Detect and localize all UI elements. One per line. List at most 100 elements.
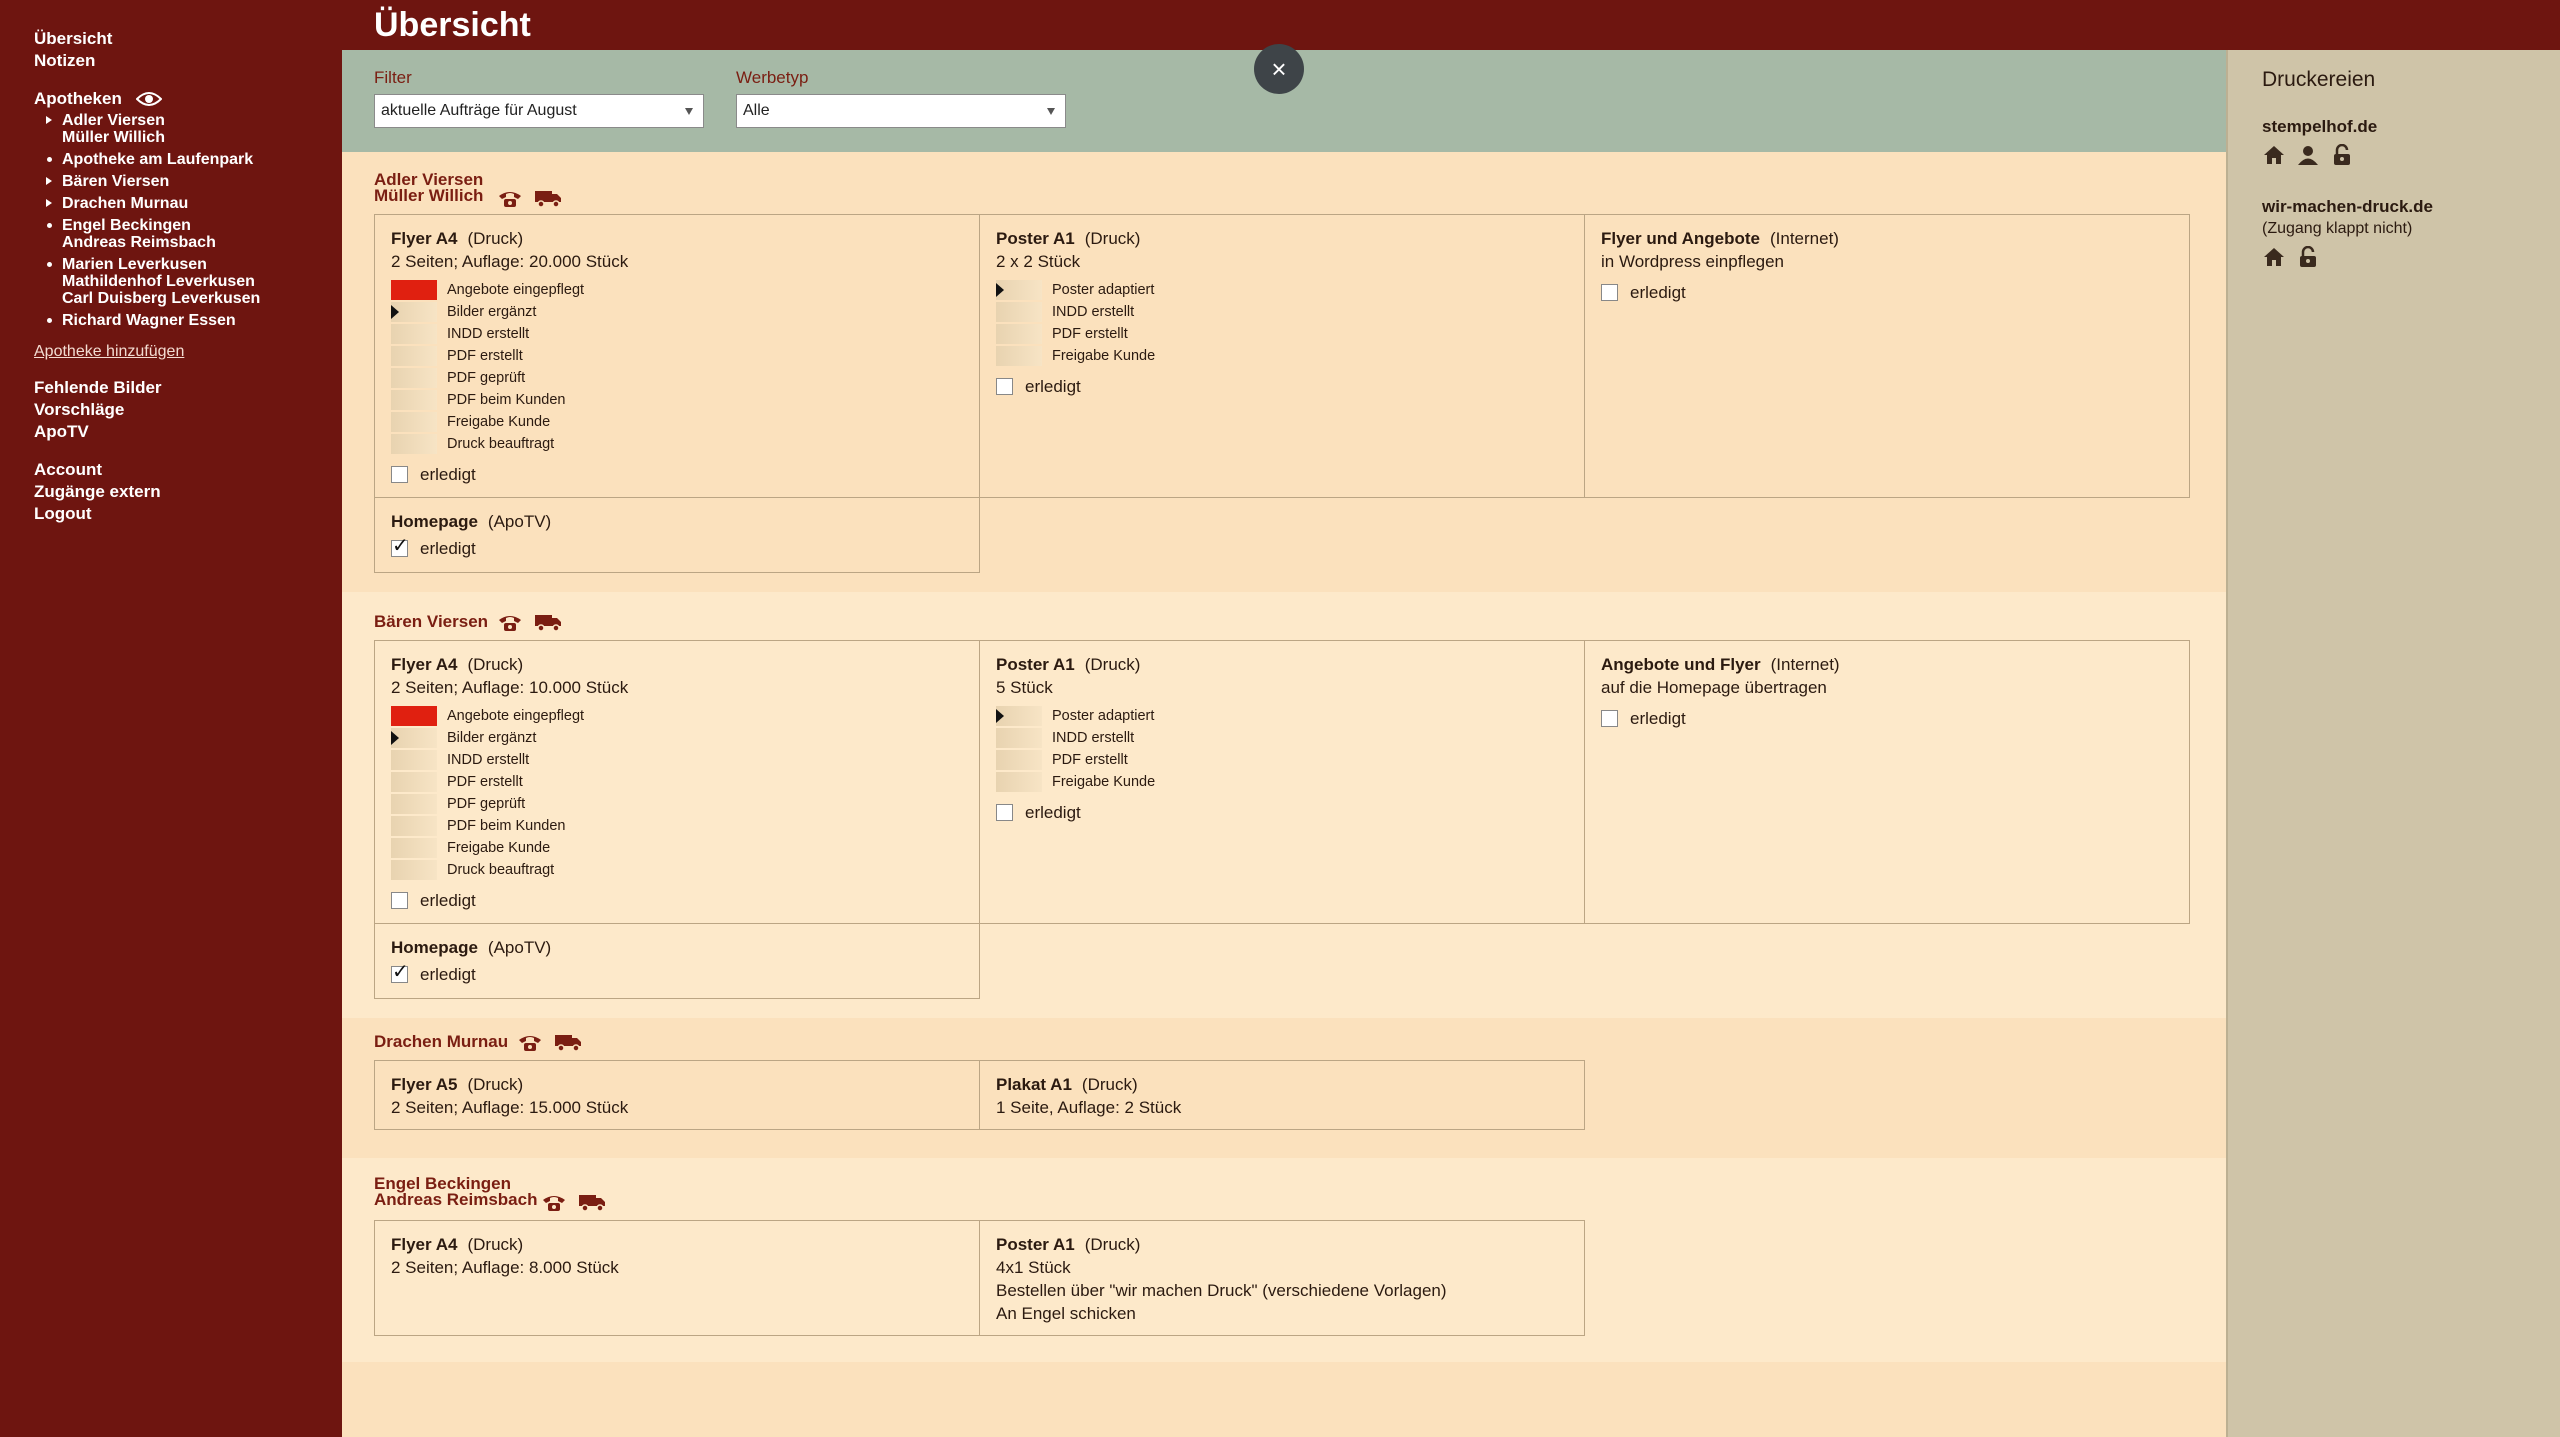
progress-step[interactable]: PDF erstellt bbox=[996, 323, 1568, 345]
printer-entry: stempelhof.de bbox=[2262, 116, 2560, 166]
step-bar bbox=[391, 324, 437, 344]
progress-step[interactable]: PDF geprüft bbox=[391, 367, 963, 389]
bullet-icon bbox=[47, 262, 52, 267]
progress-step[interactable]: Poster adaptiert bbox=[996, 279, 1568, 301]
phone-icon[interactable] bbox=[496, 612, 524, 632]
progress-step[interactable]: INDD erstellt bbox=[391, 323, 963, 345]
progress-step[interactable]: Angebote eingepflegt bbox=[391, 279, 963, 301]
checkbox[interactable] bbox=[1601, 710, 1618, 727]
user-icon[interactable] bbox=[2296, 144, 2320, 166]
order-title: Flyer A4 (Druck) bbox=[391, 229, 524, 248]
progress-step[interactable]: INDD erstellt bbox=[391, 749, 963, 771]
progress-step[interactable]: INDD erstellt bbox=[996, 301, 1568, 323]
filter-select[interactable]: aktuelle Aufträge für August bbox=[374, 94, 704, 128]
truck-icon[interactable] bbox=[534, 612, 562, 632]
truck-icon[interactable] bbox=[578, 1192, 606, 1212]
nav-notizen[interactable]: Notizen bbox=[34, 50, 342, 72]
order-detail: 4x1 Stück bbox=[996, 1258, 1071, 1277]
checkbox[interactable] bbox=[391, 535, 409, 558]
progress-step[interactable]: Freigabe Kunde bbox=[996, 771, 1568, 793]
progress-steps: Angebote eingepflegt Bilder ergänzt INDD… bbox=[391, 705, 963, 881]
progress-step[interactable]: INDD erstellt bbox=[996, 727, 1568, 749]
pharmacy-section: Bären Viersen Flyer A4 (Druck) 2 Seiten; … bbox=[342, 592, 2226, 1018]
checkbox[interactable] bbox=[391, 892, 408, 909]
progress-step[interactable]: PDF erstellt bbox=[391, 771, 963, 793]
printer-note: (Zugang klappt nicht) bbox=[2262, 220, 2413, 237]
pharmacy-name[interactable]: Drachen Murnau bbox=[374, 1033, 508, 1050]
apotheke-item-drachen[interactable]: Drachen Murnau bbox=[34, 195, 342, 212]
step-bar bbox=[391, 750, 437, 770]
progress-step[interactable]: Bilder ergänzt bbox=[391, 301, 963, 323]
main-content: Adler Viersen Müller Willich Flyer A4 (Dru… bbox=[342, 152, 2226, 1437]
nav-logout[interactable]: Logout bbox=[34, 503, 342, 525]
filter-select-value: aktuelle Aufträge für August bbox=[381, 102, 577, 119]
progress-step[interactable]: Poster adaptiert bbox=[996, 705, 1568, 727]
progress-step[interactable]: Bilder ergänzt bbox=[391, 727, 963, 749]
pharmacy-section: Engel Beckingen Andreas Reimsbach Flyer A… bbox=[342, 1158, 2226, 1362]
done-checkbox[interactable]: erledigt bbox=[996, 801, 1568, 824]
apotheke-item-marien[interactable]: Marien Leverkusen Mathildenhof Leverkusen… bbox=[34, 256, 342, 307]
checkbox[interactable] bbox=[391, 466, 408, 483]
nav-vorschlaege[interactable]: Vorschläge bbox=[34, 399, 342, 421]
apotheke-item-baeren[interactable]: Bären Viersen bbox=[34, 173, 342, 190]
nav-account[interactable]: Account bbox=[34, 459, 342, 481]
dropdown-arrow-icon bbox=[1047, 108, 1055, 115]
checkbox[interactable] bbox=[996, 378, 1013, 395]
progress-step[interactable]: Druck beauftragt bbox=[391, 433, 963, 455]
done-checkbox[interactable]: erledigt bbox=[996, 375, 1568, 398]
truck-icon[interactable] bbox=[554, 1032, 582, 1052]
checkbox[interactable] bbox=[996, 804, 1013, 821]
done-checkbox[interactable]: erledigt bbox=[391, 961, 963, 986]
step-bar bbox=[391, 302, 437, 322]
progress-step[interactable]: Angebote eingepflegt bbox=[391, 705, 963, 727]
nav-apotv[interactable]: ApoTV bbox=[34, 421, 342, 443]
printer-name[interactable]: wir-machen-druck.de bbox=[2262, 196, 2560, 218]
progress-step[interactable]: PDF erstellt bbox=[391, 345, 963, 367]
apotheke-item-engel[interactable]: Engel Beckingen Andreas Reimsbach bbox=[34, 217, 342, 251]
step-bar bbox=[391, 794, 437, 814]
nav-fehlende-bilder[interactable]: Fehlende Bilder bbox=[34, 377, 342, 399]
nav-zugaenge-extern[interactable]: Zugänge extern bbox=[34, 481, 342, 503]
eye-icon[interactable] bbox=[135, 91, 163, 107]
werbetyp-label: Werbetyp bbox=[736, 68, 809, 87]
apotheke-item-adler[interactable]: Adler Viersen Müller Willich bbox=[34, 112, 342, 146]
progress-step[interactable]: Freigabe Kunde bbox=[391, 837, 963, 859]
nav-apotheken[interactable]: Apotheken bbox=[34, 88, 122, 110]
done-checkbox[interactable]: erledigt bbox=[391, 535, 963, 560]
lock-icon[interactable] bbox=[2296, 246, 2320, 268]
progress-step[interactable]: Freigabe Kunde bbox=[391, 411, 963, 433]
phone-icon[interactable] bbox=[496, 188, 524, 208]
nav-uebersicht[interactable]: Übersicht bbox=[34, 28, 342, 50]
done-checkbox[interactable]: erledigt bbox=[1601, 281, 2173, 304]
progress-step[interactable]: Freigabe Kunde bbox=[996, 345, 1568, 367]
checkbox[interactable] bbox=[1601, 284, 1618, 301]
order-detail: 1 Seite, Auflage: 2 Stück bbox=[996, 1098, 1182, 1117]
checkbox[interactable] bbox=[391, 961, 409, 984]
phone-icon[interactable] bbox=[540, 1192, 568, 1212]
phone-icon[interactable] bbox=[516, 1032, 544, 1052]
step-bar bbox=[996, 772, 1042, 792]
lock-icon[interactable] bbox=[2330, 144, 2354, 166]
apotheken-list: Adler Viersen Müller Willich Apotheke am … bbox=[34, 112, 342, 329]
done-checkbox[interactable]: erledigt bbox=[391, 889, 963, 912]
progress-step[interactable]: Druck beauftragt bbox=[391, 859, 963, 881]
progress-step[interactable]: PDF beim Kunden bbox=[391, 389, 963, 411]
progress-step[interactable]: PDF geprüft bbox=[391, 793, 963, 815]
home-icon[interactable] bbox=[2262, 144, 2286, 166]
home-icon[interactable] bbox=[2262, 246, 2286, 268]
pharmacy-name[interactable]: Engel Beckingen Andreas Reimsbach bbox=[374, 1175, 537, 1208]
done-checkbox[interactable]: erledigt bbox=[1601, 707, 2173, 730]
werbetyp-select[interactable]: Alle bbox=[736, 94, 1066, 128]
pharmacy-name[interactable]: Bären Viersen bbox=[374, 613, 488, 630]
done-checkbox[interactable]: erledigt bbox=[391, 463, 963, 486]
add-apotheke-link[interactable]: Apotheke hinzufügen bbox=[34, 343, 342, 361]
pharmacy-name[interactable]: Adler Viersen Müller Willich bbox=[374, 171, 483, 204]
truck-icon[interactable] bbox=[534, 188, 562, 208]
progress-step[interactable]: PDF beim Kunden bbox=[391, 815, 963, 837]
bullet-icon bbox=[47, 157, 52, 162]
printer-name[interactable]: stempelhof.de bbox=[2262, 116, 2560, 138]
close-button[interactable]: × bbox=[1254, 44, 1304, 94]
progress-step[interactable]: PDF erstellt bbox=[996, 749, 1568, 771]
apotheke-item-laufenpark[interactable]: Apotheke am Laufenpark bbox=[34, 151, 342, 168]
apotheke-item-wagner[interactable]: Richard Wagner Essen bbox=[34, 312, 342, 329]
